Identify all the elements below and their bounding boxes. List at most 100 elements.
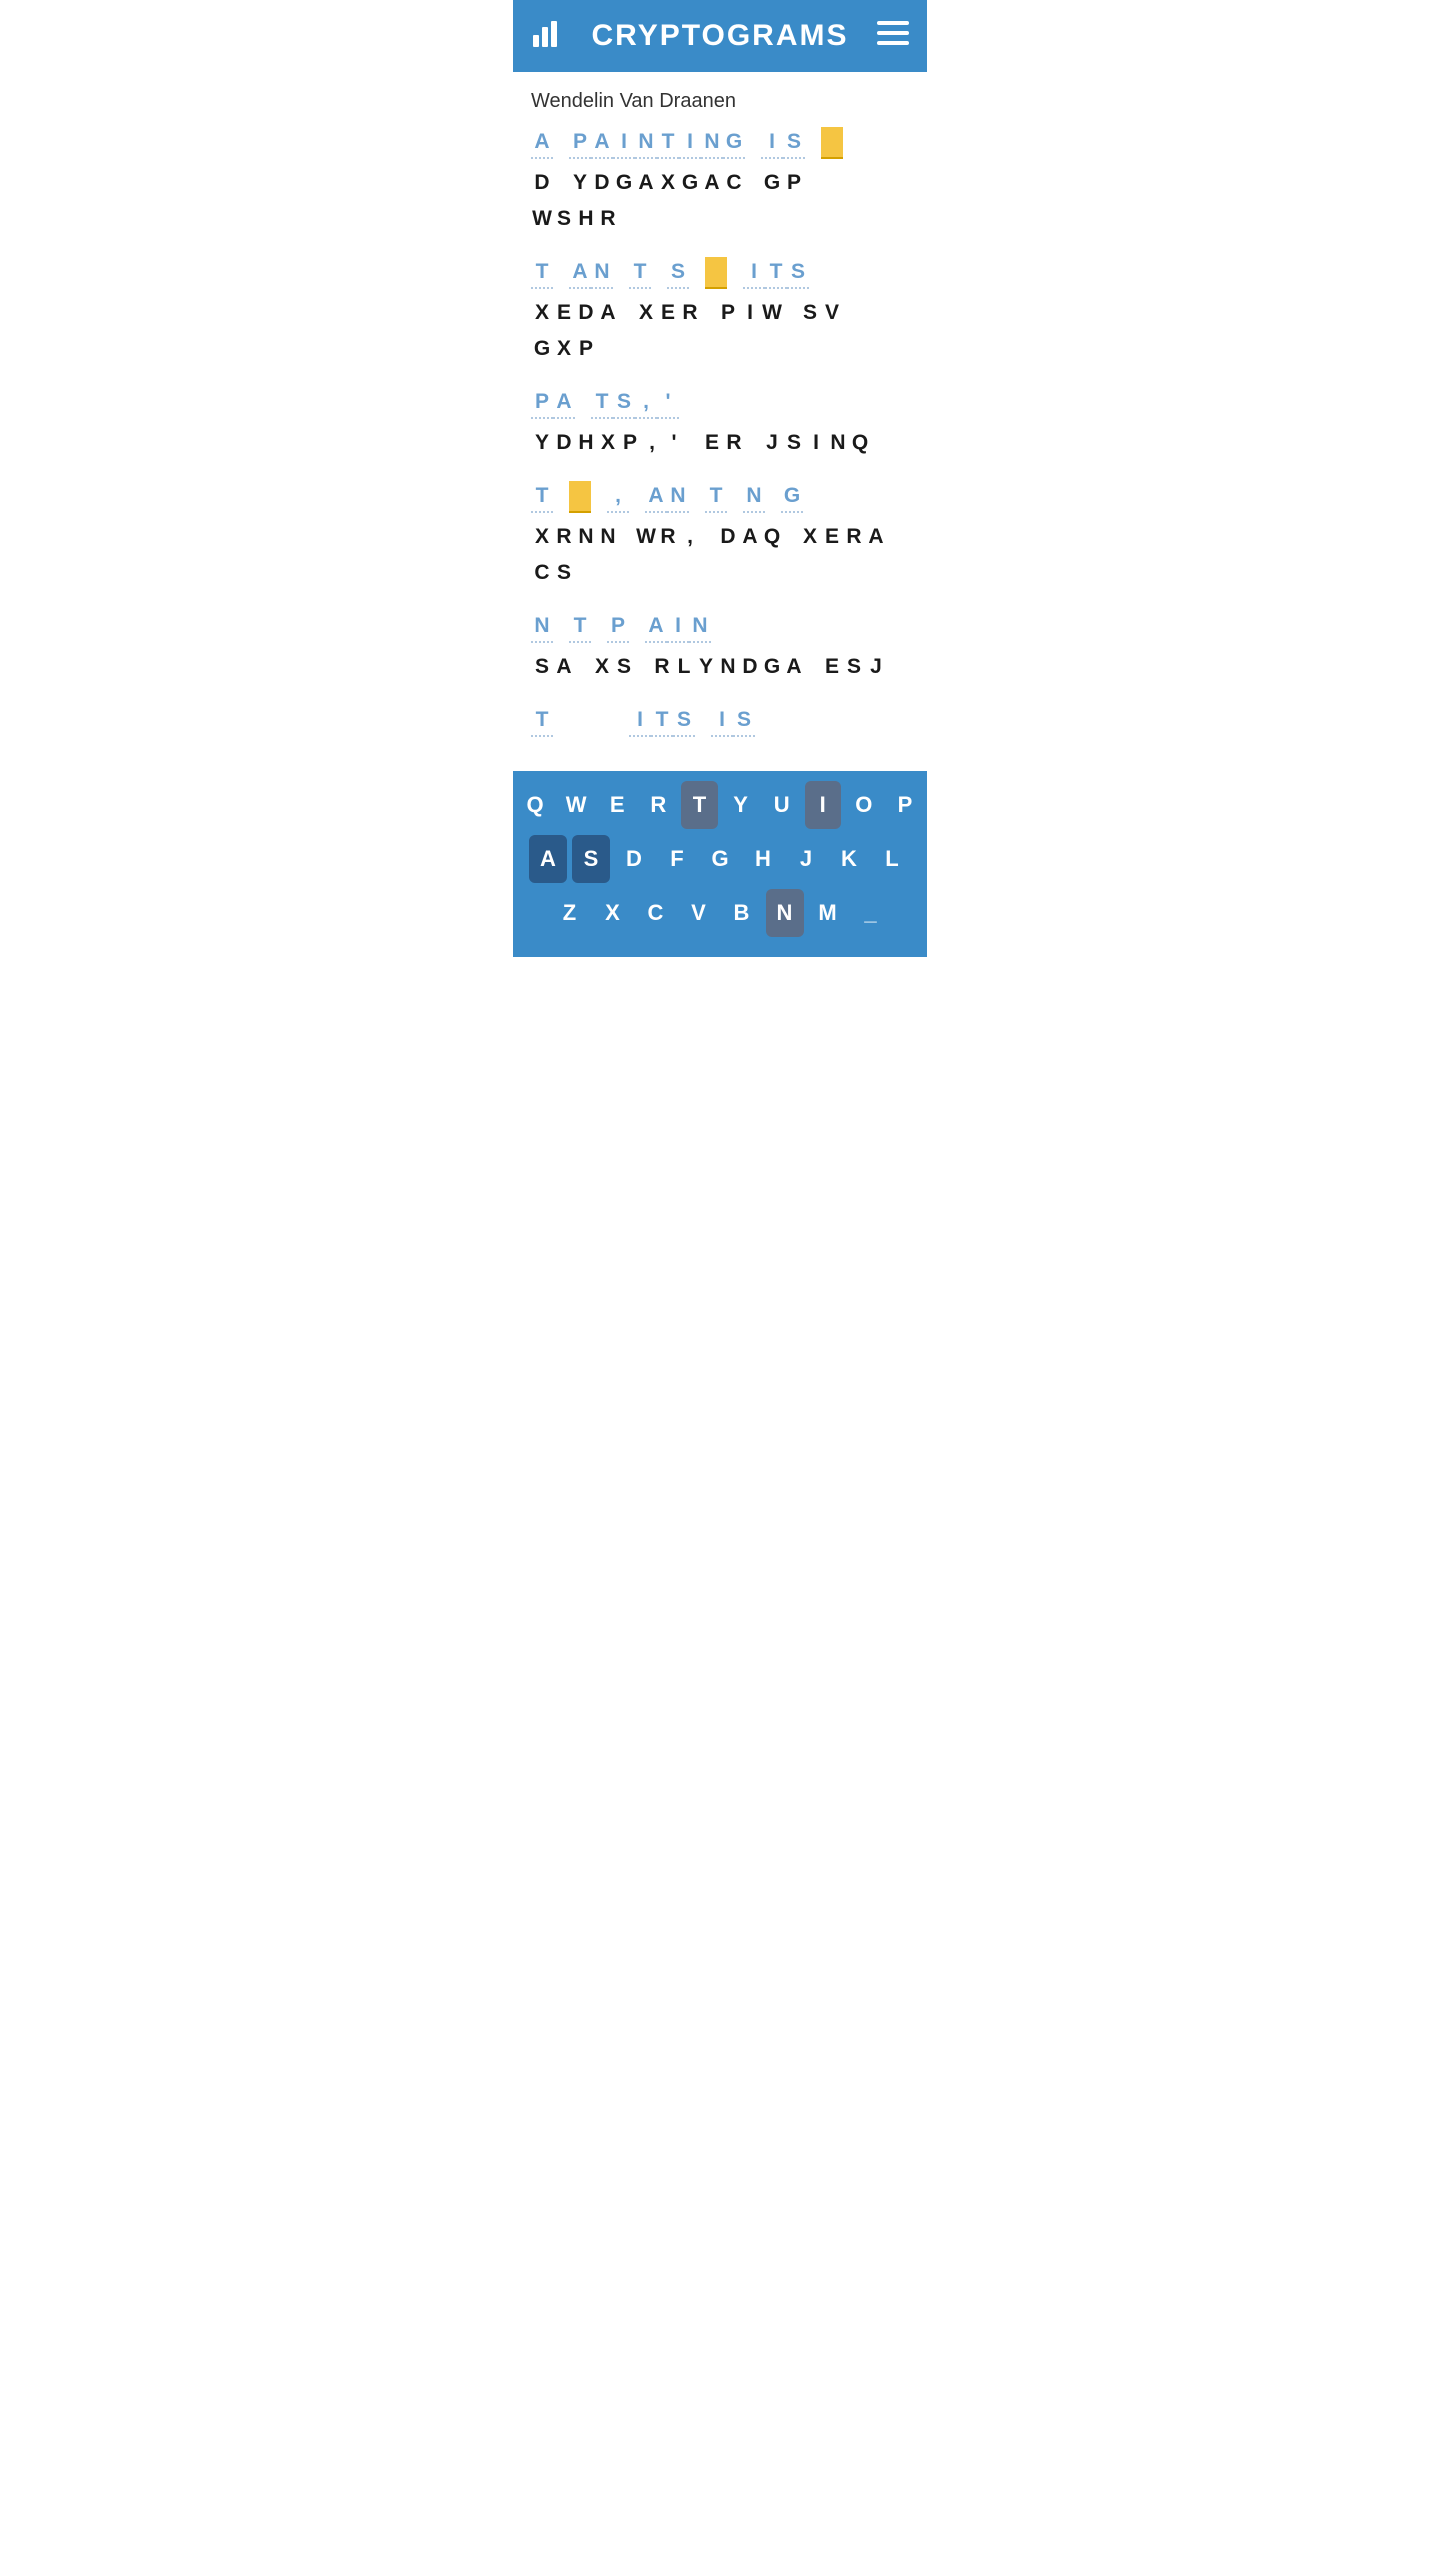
sol-letter[interactable]: T	[657, 127, 679, 159]
sol-letter[interactable]: P	[607, 611, 629, 643]
key-p[interactable]: P	[887, 781, 923, 829]
sol-letter[interactable]: N	[689, 611, 711, 643]
word-unit	[705, 257, 727, 289]
sol-letter[interactable]: ,	[635, 387, 657, 419]
key-q[interactable]: Q	[517, 781, 553, 829]
key-e[interactable]: E	[599, 781, 635, 829]
sol-letter[interactable]: T	[569, 611, 591, 643]
ciph-letter: D	[531, 167, 553, 199]
puzzle-line-2: T A N T S	[531, 257, 909, 369]
sol-letter[interactable]: I	[761, 127, 783, 159]
sol-letter[interactable]: '	[657, 387, 679, 419]
sol-letter[interactable]: N	[667, 481, 689, 513]
key-h[interactable]: H	[744, 835, 782, 883]
sol-letter[interactable]: N	[701, 127, 723, 159]
sol-letter[interactable]: A	[553, 387, 575, 419]
sol-letter[interactable]: T	[629, 257, 651, 289]
key-a[interactable]: A	[529, 835, 567, 883]
key-y[interactable]: Y	[723, 781, 759, 829]
key-l[interactable]: L	[873, 835, 911, 883]
key-w[interactable]: W	[558, 781, 594, 829]
ciph-letter: Q	[849, 427, 871, 459]
sol-letter[interactable]: G	[781, 481, 803, 513]
sol-letter[interactable]: I	[629, 705, 651, 737]
sol-letter[interactable]: I	[613, 127, 635, 159]
sol-letter[interactable]: N	[635, 127, 657, 159]
sol-letter-selected[interactable]	[705, 257, 727, 289]
sol-letter[interactable]: S	[613, 387, 635, 419]
key-b[interactable]: B	[723, 889, 761, 937]
sol-letter[interactable]: I	[679, 127, 701, 159]
sol-letter[interactable]: T	[531, 705, 553, 737]
ciph-letter: X	[553, 333, 575, 365]
sol-letter[interactable]: A	[591, 127, 613, 159]
key-u[interactable]: U	[764, 781, 800, 829]
word-ciph: G X P	[531, 333, 597, 365]
ciph-letter: A	[701, 167, 723, 199]
key-f[interactable]: F	[658, 835, 696, 883]
sol-letter[interactable]: S	[667, 257, 689, 289]
key-k[interactable]: K	[830, 835, 868, 883]
word-sol: T	[569, 611, 591, 643]
sol-letter-selected[interactable]	[821, 127, 843, 159]
sol-letter[interactable]: T	[531, 481, 553, 513]
ciph-letter: N	[827, 427, 849, 459]
sol-letter[interactable]: N	[531, 611, 553, 643]
word-unit: Y D H X P , '	[531, 427, 685, 459]
key-m[interactable]: M	[809, 889, 847, 937]
sol-letter[interactable]: A	[569, 257, 591, 289]
key-underscore[interactable]: _	[852, 889, 890, 937]
sol-letter[interactable]: N	[591, 257, 613, 289]
ciph-letter: X	[635, 297, 657, 329]
key-n[interactable]: N	[766, 889, 804, 937]
sol-letter[interactable]: P	[569, 127, 591, 159]
sol-letter[interactable]: S	[787, 257, 809, 289]
key-g[interactable]: G	[701, 835, 739, 883]
key-v[interactable]: V	[680, 889, 718, 937]
sol-letter[interactable]: A	[645, 481, 667, 513]
sol-letter[interactable]: G	[723, 127, 745, 159]
ciph-letter: ,	[679, 521, 701, 553]
sol-letter[interactable]: A	[531, 127, 553, 159]
sol-letter[interactable]: T	[591, 387, 613, 419]
solution-row-2: T A N T S	[531, 257, 909, 293]
app-header: Cryptograms	[513, 0, 927, 72]
sol-letter[interactable]: T	[765, 257, 787, 289]
sol-letter[interactable]: I	[667, 611, 689, 643]
puzzle-line-6: T I T S I S	[531, 705, 909, 745]
word-ciph: Y D H X P , '	[531, 427, 685, 459]
sol-letter[interactable]: A	[645, 611, 667, 643]
ciph-letter: S	[553, 557, 575, 589]
word-unit: G P	[761, 167, 805, 199]
key-c[interactable]: C	[637, 889, 675, 937]
key-x[interactable]: X	[594, 889, 632, 937]
key-i[interactable]: I	[805, 781, 841, 829]
ciph-letter: N	[717, 651, 739, 683]
key-j[interactable]: J	[787, 835, 825, 883]
sol-letter[interactable]: I	[711, 705, 733, 737]
sol-letter[interactable]: T	[651, 705, 673, 737]
sol-letter[interactable]: S	[783, 127, 805, 159]
word-sol: T	[705, 481, 727, 513]
sol-letter[interactable]: P	[531, 387, 553, 419]
word-unit: N	[743, 481, 765, 513]
ciph-letter: P	[717, 297, 739, 329]
stats-icon[interactable]	[531, 17, 563, 56]
word-sol: G	[781, 481, 803, 513]
sol-letter[interactable]: S	[673, 705, 695, 737]
menu-icon[interactable]	[877, 20, 909, 52]
key-o[interactable]: O	[846, 781, 882, 829]
sol-letter[interactable]: ,	[607, 481, 629, 513]
key-s[interactable]: S	[572, 835, 610, 883]
sol-letter[interactable]: T	[531, 257, 553, 289]
sol-letter[interactable]: N	[743, 481, 765, 513]
sol-letter[interactable]: I	[743, 257, 765, 289]
sol-letter-selected[interactable]	[569, 481, 591, 513]
key-r[interactable]: R	[640, 781, 676, 829]
key-t[interactable]: T	[681, 781, 717, 829]
key-z[interactable]: Z	[551, 889, 589, 937]
sol-letter[interactable]: T	[705, 481, 727, 513]
ciph-letter: I	[805, 427, 827, 459]
key-d[interactable]: D	[615, 835, 653, 883]
sol-letter[interactable]: S	[733, 705, 755, 737]
